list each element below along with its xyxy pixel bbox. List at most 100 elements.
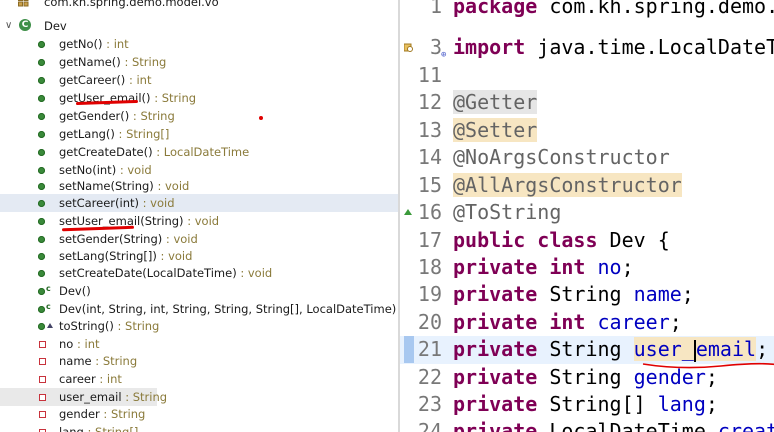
return-type: int bbox=[113, 37, 129, 51]
public-method-icon bbox=[38, 253, 45, 260]
outline-method[interactable]: getGender() : String bbox=[0, 107, 398, 125]
return-type: String bbox=[131, 55, 167, 69]
return-type: void bbox=[127, 163, 152, 177]
public-method-icon bbox=[38, 270, 45, 277]
outline-method[interactable]: setName(String) : void bbox=[0, 177, 398, 195]
line-number: 19 bbox=[417, 282, 442, 306]
outline-method-selected[interactable]: setCareer(int) : void bbox=[0, 194, 398, 212]
return-type: void bbox=[164, 179, 190, 193]
public-method-icon bbox=[38, 167, 45, 174]
method-name: setName(String) bbox=[59, 179, 154, 193]
method-name: getLang() bbox=[59, 127, 115, 141]
line-number: 3 bbox=[429, 35, 442, 59]
return-type: String bbox=[140, 109, 175, 123]
return-type: void bbox=[168, 249, 193, 263]
outline-method[interactable]: setLang(String[]) : void bbox=[0, 247, 398, 265]
outline-field[interactable]: no : int bbox=[0, 335, 398, 353]
code-line: 24 private LocalDateTime createDate; bbox=[400, 418, 774, 432]
outline-field-selected[interactable]: user_email : String bbox=[0, 388, 167, 406]
code-line: 13 @Setter bbox=[400, 117, 774, 145]
text-caret bbox=[693, 339, 696, 362]
public-method-icon bbox=[38, 323, 45, 330]
code-editor[interactable]: 1 package com.kh.spring.demo.model.vo; 3… bbox=[400, 0, 774, 432]
outline-package[interactable]: com.kh.spring.demo.model.vo bbox=[0, 0, 398, 11]
private-field-icon bbox=[39, 394, 46, 401]
outline-method[interactable]: setUser_email(String) : void bbox=[0, 212, 398, 230]
outline-method[interactable]: getUser_email() : String bbox=[0, 89, 398, 107]
outline-method[interactable]: setCreateDate(LocalDateTime) : void bbox=[0, 264, 398, 282]
line-number: 21 bbox=[417, 337, 442, 361]
method-name: setGender(String) bbox=[59, 232, 163, 246]
field-type: String bbox=[132, 390, 168, 404]
outline-panel: com.kh.spring.demo.model.vo ∨ C Dev getN… bbox=[0, 0, 398, 432]
outline-field[interactable]: lang : String[] bbox=[0, 423, 398, 432]
annotation-noargs: @NoArgsConstructor bbox=[453, 145, 670, 169]
method-name: getCreateDate() bbox=[59, 145, 153, 159]
outline-method[interactable]: getName() : String bbox=[0, 53, 398, 71]
outline-field[interactable]: name : String bbox=[0, 352, 398, 370]
public-method-icon bbox=[38, 200, 45, 207]
class-icon: C bbox=[19, 19, 31, 31]
outline-field[interactable]: career : int bbox=[0, 370, 398, 388]
code-line: 3 ⊕ import java.time.LocalDateTime; bbox=[400, 34, 774, 62]
outline-method[interactable]: getNo() : int bbox=[0, 35, 398, 53]
line-number: 22 bbox=[417, 365, 442, 389]
field-name: career bbox=[59, 372, 96, 386]
field-type: int bbox=[106, 372, 122, 386]
package-name: com.kh.spring.demo.model.vo bbox=[44, 0, 219, 9]
line-number: 14 bbox=[417, 145, 442, 169]
return-type: void bbox=[247, 266, 273, 280]
method-name: toString() bbox=[59, 319, 114, 333]
outline-constructor[interactable]: c Dev(int, String, int, String, String, … bbox=[0, 300, 398, 318]
field-name: name bbox=[59, 354, 92, 368]
return-type: LocalDateTime bbox=[163, 145, 250, 159]
method-name: setLang(String[]) bbox=[59, 249, 157, 263]
public-method-icon bbox=[38, 183, 45, 190]
code-line: 16 @ToString bbox=[400, 199, 774, 227]
line-number: 23 bbox=[417, 392, 442, 416]
constructor-badge-icon: c bbox=[46, 302, 51, 311]
outline-method[interactable]: getCareer() : int bbox=[0, 71, 398, 89]
outline-method[interactable]: getCreateDate() : LocalDateTime bbox=[0, 143, 398, 161]
return-type: void bbox=[173, 232, 198, 246]
private-field-icon bbox=[39, 376, 46, 383]
method-name: getNo() bbox=[59, 37, 103, 51]
package-icon bbox=[18, 0, 29, 7]
code-line: 14 @NoArgsConstructor bbox=[400, 144, 774, 172]
public-method-icon bbox=[38, 131, 45, 138]
outline-class-dev[interactable]: ∨ C Dev bbox=[0, 17, 398, 35]
package-name: com.kh.spring.demo.model.vo; bbox=[549, 0, 774, 18]
return-type: String bbox=[125, 319, 160, 333]
chevron-down-icon[interactable]: ∨ bbox=[5, 17, 15, 35]
code-line: 11 bbox=[400, 62, 774, 90]
outline-field[interactable]: gender : String bbox=[0, 405, 398, 423]
public-method-icon bbox=[38, 236, 45, 243]
code-line: 17 public class Dev { bbox=[400, 227, 774, 255]
constructor-badge-icon: c bbox=[46, 284, 51, 293]
outline-method[interactable]: setGender(String) : void bbox=[0, 230, 398, 248]
return-type: void bbox=[194, 214, 220, 228]
annotation-allargs: @AllArgsConstructor bbox=[453, 173, 682, 197]
line-number: 17 bbox=[417, 228, 442, 252]
return-type: String bbox=[161, 91, 197, 105]
code-line: 15 @AllArgsConstructor bbox=[400, 172, 774, 200]
field-name: user_email bbox=[59, 390, 122, 404]
line-number: 12 bbox=[417, 90, 442, 114]
outline-constructor[interactable]: c Dev() bbox=[0, 282, 398, 300]
class-name: Dev bbox=[44, 19, 67, 33]
line-number: 18 bbox=[417, 255, 442, 279]
field-type: String bbox=[102, 354, 138, 368]
pen-dot bbox=[259, 116, 263, 120]
code-line: 22 private String gender; bbox=[400, 364, 774, 392]
line-number: 13 bbox=[417, 118, 442, 142]
method-name: setCareer(int) bbox=[59, 196, 139, 210]
field-type: int bbox=[84, 337, 100, 351]
field-type: String[] bbox=[95, 425, 139, 432]
public-method-icon bbox=[38, 41, 45, 48]
annotation-getter: @Getter bbox=[453, 90, 538, 114]
outline-method[interactable]: toString() : String bbox=[0, 317, 398, 335]
method-name: setNo(int) bbox=[59, 163, 117, 177]
private-field-icon bbox=[39, 411, 46, 418]
outline-method[interactable]: getLang() : String[] bbox=[0, 125, 398, 143]
line-number: 20 bbox=[417, 310, 442, 334]
